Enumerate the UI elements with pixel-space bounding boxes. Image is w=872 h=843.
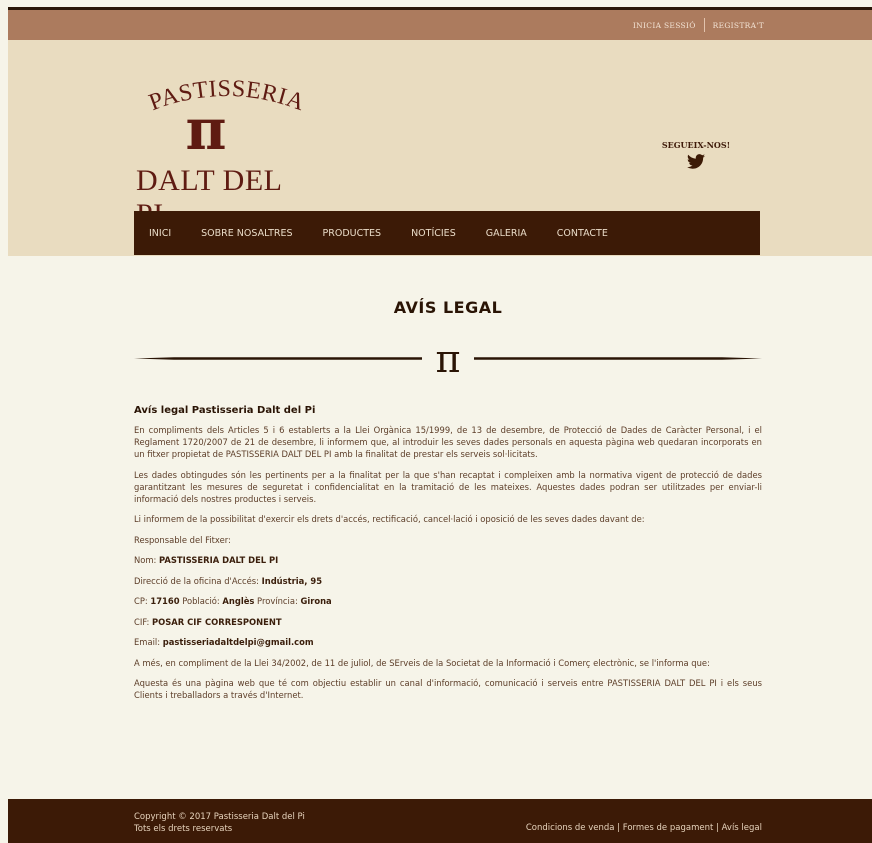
footer-separator: | (614, 823, 623, 833)
footer-separator: | (713, 823, 722, 833)
nav-item-inici[interactable]: INICI (149, 228, 171, 239)
legal-paragraph-4: A més, en compliment de la Llei 34/2002,… (134, 657, 710, 668)
city-label: Població: (179, 596, 223, 606)
province-label: Província: (254, 596, 301, 606)
cp-value: 17160 (150, 596, 180, 606)
province-value: Girona (300, 596, 332, 606)
nav-item-galeria[interactable]: GALERIA (486, 228, 527, 239)
name-line: Nom: PASTISSERIA DALT DEL PI (134, 554, 762, 566)
cif-label: CIF: (134, 616, 152, 627)
rights-text: Tots els drets reservats (134, 824, 233, 834)
main-nav: INICI SOBRE NOSALTRES PRODUCTES NOTÍCIES… (134, 211, 760, 255)
legal-paragraph-2: Les dades obtingudes són les pertinents … (134, 469, 762, 504)
copyright-text: Copyright © 2017 Pastisseria Dalt del Pi (134, 812, 305, 822)
top-bar: INICIA SESSIÓ REGISTRA'T (8, 10, 872, 40)
login-link[interactable]: INICIA SESSIÓ (633, 21, 696, 30)
legal-paragraph-3: Li informem de la possibilitat d'exercir… (134, 514, 645, 524)
payment-methods-link[interactable]: Formes de pagament (623, 823, 714, 833)
pi-divider: π (134, 342, 762, 378)
follow-us-label: SEGUEIX-NOS! (661, 140, 731, 150)
legal-paragraph-5: Aquesta és una pàgina web que té com obj… (134, 678, 762, 700)
email-line: Email: pastisseriadaltdelpi@gmail.com (134, 636, 762, 648)
footer-copyright: Copyright © 2017 Pastisseria Dalt del Pi… (134, 811, 305, 835)
legal-paragraph-1: En compliments dels Articles 5 i 6 estab… (134, 425, 762, 459)
site-logo[interactable]: PASTISSERIA π DALT DEL PI (136, 72, 316, 231)
sales-conditions-link[interactable]: Condicions de venda (526, 823, 615, 833)
page-title: AVÍS LEGAL (393, 298, 503, 317)
nav-item-productes[interactable]: PRODUCTES (323, 228, 382, 239)
nav-item-contacte[interactable]: CONTACTE (557, 228, 608, 239)
account-links-separator (703, 18, 705, 32)
legal-heading: Avís legal Pastisseria Dalt del Pi (134, 405, 316, 416)
legal-text: Avís legal Pastisseria Dalt del Pi En co… (134, 404, 762, 710)
nav-item-noticies[interactable]: NOTÍCIES (411, 228, 456, 239)
office-label: Direcció de la oficina d'Accés: (134, 575, 262, 586)
name-label: Nom: (134, 555, 160, 565)
twitter-icon[interactable] (687, 154, 705, 169)
register-link[interactable]: REGISTRA'T (713, 21, 764, 30)
logo-pi-symbol: π (185, 97, 227, 163)
legal-notice-link[interactable]: Avís legal (722, 823, 762, 833)
postal-line: CP: 17160 Població: Anglès Província: Gi… (134, 595, 762, 607)
office-value: Indústria, 95 (261, 575, 323, 586)
cp-label: CP: (134, 596, 151, 606)
responsible-label: Responsable del Fitxer: (134, 534, 231, 545)
account-links: INICIA SESSIÓ REGISTRA'T (633, 10, 764, 40)
name-value: PASTISSERIA DALT DEL PI (159, 555, 279, 565)
nav-item-sobre-nosaltres[interactable]: SOBRE NOSALTRES (201, 228, 292, 239)
email-label: Email: (134, 637, 163, 647)
site-footer: Copyright © 2017 Pastisseria Dalt del Pi… (8, 799, 872, 843)
email-value[interactable]: pastisseriadaltdelpi@gmail.com (163, 637, 314, 647)
footer-links: Condicions de venda | Formes de pagament… (526, 823, 762, 833)
divider-pi-symbol: π (436, 342, 461, 378)
city-value: Anglès (222, 596, 255, 606)
cif-value: POSAR CIF CORRESPONENT (151, 616, 282, 627)
office-line: Direcció de la oficina d'Accés: Indústri… (134, 575, 762, 587)
cif-line: CIF: POSAR CIF CORRESPONENT (134, 616, 762, 628)
social-block: SEGUEIX-NOS! (656, 140, 736, 169)
